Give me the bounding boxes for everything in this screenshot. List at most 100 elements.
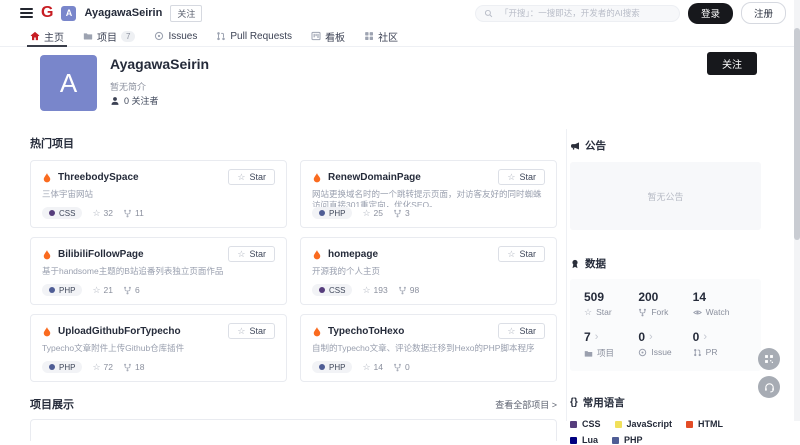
hamburger-menu-icon[interactable] bbox=[20, 8, 33, 18]
tab-community-label: 社区 bbox=[378, 29, 398, 44]
tab-community[interactable]: 社区 bbox=[364, 26, 398, 46]
tab-issues[interactable]: Issues bbox=[154, 26, 197, 46]
language-legend-item: PHP bbox=[612, 435, 643, 445]
fork-icon bbox=[638, 308, 647, 317]
star-button[interactable]: ☆ Star bbox=[228, 169, 275, 185]
login-button[interactable]: 登录 bbox=[688, 3, 733, 24]
stat-watch-value: 14 bbox=[693, 290, 747, 304]
star-count: ☆ 25 bbox=[362, 208, 383, 218]
stat-star-label: Star bbox=[596, 307, 612, 317]
stat-star: 509 ☆ Star bbox=[584, 290, 638, 317]
stats-box: 509 ☆ Star 200 Fork 14 Watch 7 › bbox=[570, 279, 761, 371]
announcement-empty-text: 暂无公告 bbox=[647, 190, 683, 203]
navbar-follow-chip[interactable]: 关注 bbox=[170, 5, 202, 22]
tab-pull-requests[interactable]: Pull Requests bbox=[216, 26, 292, 46]
star-count: ☆ 21 bbox=[92, 285, 113, 295]
tab-home[interactable]: 主页 bbox=[30, 26, 64, 46]
language-pill: PHP bbox=[42, 284, 82, 296]
star-button-label: Star bbox=[519, 249, 536, 259]
project-description: 网站更换域名时的一个跳转提示页面，对访客友好的同时蜘蛛访问直接301重定向，优化… bbox=[312, 189, 545, 207]
search-input[interactable] bbox=[498, 7, 671, 19]
project-name-link[interactable]: TypechoToHexo bbox=[328, 326, 492, 337]
language-dot bbox=[49, 210, 55, 216]
stat-pr-value: 0 bbox=[693, 330, 700, 344]
flame-icon bbox=[312, 249, 322, 260]
fork-count-value: 18 bbox=[135, 362, 144, 372]
star-button[interactable]: ☆ Star bbox=[228, 323, 275, 339]
flame-icon bbox=[42, 249, 52, 260]
stat-issue-link[interactable]: 0 › Issue bbox=[638, 330, 692, 359]
flame-icon bbox=[312, 172, 322, 183]
project-name-link[interactable]: UploadGithubForTypecho bbox=[58, 326, 222, 337]
star-icon: ☆ bbox=[237, 250, 245, 259]
star-button[interactable]: ☆ Star bbox=[228, 246, 275, 262]
flame-icon bbox=[42, 172, 52, 183]
fork-count: 11 bbox=[123, 208, 144, 218]
page-scrollbar-thumb[interactable] bbox=[794, 28, 800, 240]
followers-link[interactable]: 0 关注者 bbox=[110, 94, 159, 107]
kanban-board-icon bbox=[311, 31, 321, 41]
stat-fork-value: 200 bbox=[638, 290, 692, 304]
star-button[interactable]: ☆ Star bbox=[498, 323, 545, 339]
stat-pr-label: PR bbox=[706, 347, 718, 357]
project-card: RenewDomainPage ☆ Star 网站更换域名时的一个跳转提示页面，… bbox=[300, 160, 557, 228]
star-icon: ☆ bbox=[237, 173, 245, 182]
tab-board[interactable]: 看板 bbox=[311, 26, 345, 46]
register-button[interactable]: 注册 bbox=[741, 2, 786, 24]
language-label: CSS bbox=[59, 209, 75, 218]
chevron-right-icon: › bbox=[703, 332, 707, 343]
fork-icon bbox=[123, 363, 132, 372]
fork-icon bbox=[393, 363, 402, 372]
fork-count-value: 6 bbox=[135, 285, 140, 295]
star-button[interactable]: ☆ Star bbox=[498, 246, 545, 262]
top-navbar: G A AyagawaSeirin 关注 登录 注册 bbox=[0, 0, 800, 26]
language-label: PHP bbox=[59, 363, 75, 372]
stat-pr-link[interactable]: 0 › PR bbox=[693, 330, 747, 359]
star-icon: ☆ bbox=[584, 308, 592, 317]
project-name-link[interactable]: ThreebodySpace bbox=[58, 172, 222, 183]
search-icon bbox=[484, 9, 493, 18]
announcement-empty-box: 暂无公告 bbox=[570, 162, 761, 230]
gitee-logo-icon[interactable]: G bbox=[41, 5, 53, 21]
star-button[interactable]: ☆ Star bbox=[498, 169, 545, 185]
language-legend-item: Lua bbox=[570, 435, 598, 445]
chevron-right-icon: › bbox=[595, 332, 599, 343]
project-name-link[interactable]: homepage bbox=[328, 249, 492, 260]
fork-count: 98 bbox=[398, 285, 419, 295]
home-icon bbox=[30, 31, 40, 41]
star-icon: ☆ bbox=[362, 363, 370, 372]
pull-request-icon bbox=[693, 348, 702, 357]
folder-icon bbox=[584, 349, 593, 358]
project-name-link[interactable]: BilibiliFollowPage bbox=[58, 249, 222, 260]
language-dot bbox=[319, 210, 325, 216]
app-qrcode-float-button[interactable] bbox=[758, 348, 780, 370]
tab-projects[interactable]: 项目 7 bbox=[83, 26, 135, 46]
profile-bio: 暂无简介 bbox=[110, 80, 146, 93]
navbar-user-avatar[interactable]: A bbox=[61, 6, 76, 21]
stat-issue-label: Issue bbox=[651, 347, 671, 357]
star-icon: ☆ bbox=[507, 173, 515, 182]
language-dot bbox=[49, 287, 55, 293]
project-card: TypechoToHexo ☆ Star 自制的Typecho文章、评论数据迁移… bbox=[300, 314, 557, 382]
project-description: 开源我的个人主页 bbox=[312, 266, 545, 284]
project-description: 自制的Typecho文章、评论数据迁移到Hexo的PHP脚本程序 bbox=[312, 343, 545, 361]
project-name-link[interactable]: RenewDomainPage bbox=[328, 172, 492, 183]
project-description: Typecho文章附件上传Github仓库插件 bbox=[42, 343, 275, 361]
star-button-label: Star bbox=[249, 249, 266, 259]
languages-legend: CSS JavaScript HTML Lua PHP bbox=[570, 419, 761, 445]
eye-icon bbox=[693, 308, 702, 317]
star-count: ☆ 14 bbox=[362, 362, 383, 372]
star-icon: ☆ bbox=[362, 209, 370, 218]
customer-service-float-button[interactable] bbox=[758, 376, 780, 398]
stats-title: 数据 bbox=[585, 256, 606, 271]
star-count-value: 72 bbox=[104, 362, 113, 372]
follow-button[interactable]: 关注 bbox=[707, 52, 757, 75]
stat-projects-link[interactable]: 7 › 项目 bbox=[584, 330, 638, 359]
navbar-username[interactable]: AyagawaSeirin bbox=[84, 7, 162, 19]
language-label: CSS bbox=[329, 286, 345, 295]
gitee-profile-page: G A AyagawaSeirin 关注 登录 注册 主页 项目 7 bbox=[0, 0, 800, 421]
announcement-horn-icon bbox=[570, 141, 580, 151]
page-scrollbar-track bbox=[794, 0, 800, 421]
view-all-projects-link[interactable]: 查看全部项目 > bbox=[495, 398, 557, 411]
flame-icon bbox=[312, 326, 322, 337]
